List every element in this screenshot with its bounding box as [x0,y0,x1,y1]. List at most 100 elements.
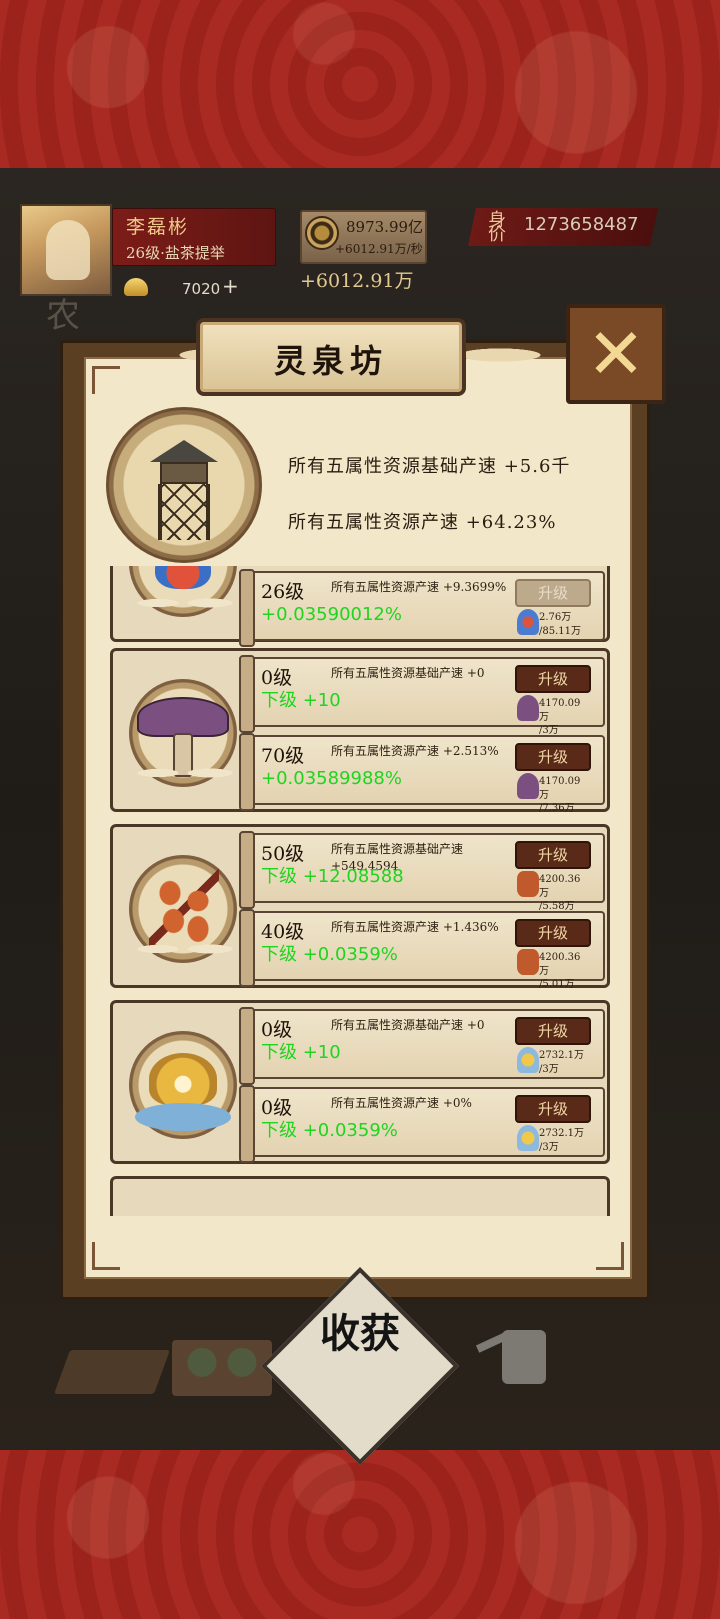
cost-required: /7.36万 [539,803,575,814]
cost-owned: 4200.36万 [539,874,581,899]
row-description: 所有五属性资源产速 +1.436% [331,920,499,934]
row-level: 70级 [261,745,305,767]
upgrade-row: 50级 所有五属性资源基础产速 +549.4594 下级 +12.08588 升… [239,831,605,912]
cost-required: /3万 [539,1063,559,1075]
lotus-icon [149,1053,217,1105]
mushroom-cost-icon [517,773,539,799]
cost-owned: 4170.09万 [539,698,581,723]
row-level: 0级 [261,1019,293,1041]
gold-ingot-icon [124,278,148,296]
watering-can-icon[interactable] [475,1320,566,1390]
worth-label: 身价 [485,210,506,238]
lotus-cost-icon [517,1125,539,1151]
upgrade-row: 26级 所有五属性资源产速 +9.3699% +0.03590012% 升级 2… [239,569,605,647]
upgrade-button[interactable]: 升级 [515,743,591,771]
upgrade-card-next [110,1176,610,1216]
upgrade-button[interactable]: 升级 [515,665,591,693]
upgrade-row: 70级 所有五属性资源产速 +2.513% +0.03589988% 升级 41… [239,733,605,814]
close-icon: ✕ [586,313,646,395]
row-level: 40级 [261,921,305,943]
mushroom-icon [137,697,229,737]
corner-ornament [92,366,120,394]
watchtower-icon [150,440,218,540]
coin-rate: +6012.91万/秒 [335,242,423,256]
lotus-medallion [129,1031,237,1139]
next-level-bonus: +0.03589988% [261,768,402,789]
cost-required: /5.01万 [539,979,575,990]
upgrade-button[interactable]: 升级 [515,1017,591,1045]
row-level: 26级 [261,581,305,603]
add-gold-button[interactable]: + [222,274,239,298]
background-farm-character: 农 [46,296,80,336]
upgrade-cost: 2732.1万/3万 [539,1127,589,1154]
upgrade-button[interactable]: 升级 [515,1095,591,1123]
upgrade-row: 0级 所有五属性资源基础产速 +0 下级 +10 升级 2732.1万/3万 [239,1007,605,1085]
upgrade-card-mushroom: 0级 所有五属性资源基础产速 +0 下级 +10 升级 4170.09万/3万 … [110,648,610,814]
water-icon [135,1103,231,1131]
next-level-bonus: 下级 +0.0359% [261,1120,398,1141]
upgrade-cost: 4200.36万/5.01万 [539,951,589,992]
income-total: +6012.91万 [300,270,414,292]
cloud-base [119,585,249,615]
upgrade-button[interactable]: 升级 [515,841,591,869]
upgrade-cost: 4170.09万/3万 [539,697,589,738]
top-decorative-band [0,0,720,168]
upgrade-cost: 4200.36万/5.58万 [539,873,589,914]
next-level-bonus: +0.03590012% [261,604,402,625]
upgrade-card-herb: 50级 所有五属性资源基础产速 +549.4594 下级 +12.08588 升… [110,824,610,990]
row-level: 0级 [261,1097,293,1119]
row-description: 所有五属性资源产速 +2.513% [331,744,499,758]
upgrade-card-lotus: 0级 所有五属性资源基础产速 +0 下级 +10 升级 2732.1万/3万 0… [110,1000,610,1164]
seedling-tray-icon[interactable] [172,1340,272,1396]
row-description: 所有五属性资源基础产速 +0 [331,1018,485,1032]
next-level-bonus: 下级 +12.08588 [261,866,404,887]
summary-speed-rate: 所有五属性资源产速 +64.23% [288,512,557,533]
flower-cost-icon [517,609,539,635]
upgrade-cost: 2.76万/85.11万 [539,611,589,638]
row-description: 所有五属性资源产速 +0% [331,1096,472,1110]
upgrade-row: 40级 所有五属性资源产速 +1.436% 下级 +0.0359% 升级 420… [239,909,605,990]
cost-required: /85.11万 [539,625,581,637]
player-rank: 26级·盐茶提举 [126,244,225,262]
upgrade-card-flower: 26级 所有五属性资源产速 +9.3699% +0.03590012% 升级 2… [110,566,610,647]
cost-owned: 2732.1万 [539,1128,584,1139]
upgrade-list[interactable]: 26级 所有五属性资源产速 +9.3699% +0.03590012% 升级 2… [100,566,620,1216]
player-name: 李磊彬 [126,216,190,238]
herb-cost-icon [517,949,539,975]
cost-owned: 2.76万 [539,612,572,623]
upgrade-cost: 4170.09万/7.36万 [539,775,589,816]
harvest-label: 收获 [320,1310,400,1357]
row-description: 所有五属性资源产速 +9.3699% [331,580,507,594]
row-level: 50级 [261,843,305,865]
row-description: 所有五属性资源基础产速 +0 [331,666,485,680]
cloud-base [119,755,249,785]
cost-owned: 4170.09万 [539,776,581,801]
row-level: 0级 [261,667,293,689]
upgrade-button[interactable]: 升级 [515,579,591,607]
bottom-decorative-band [0,1450,720,1619]
hoe-icon[interactable] [53,1350,171,1394]
next-level-bonus: 下级 +10 [261,690,341,711]
summary-base-speed: 所有五属性资源基础产速 +5.6千 [288,456,571,477]
cloud-base [119,931,249,961]
next-level-bonus: 下级 +10 [261,1042,341,1063]
corner-ornament [92,1242,120,1270]
copper-coin-icon [305,216,339,250]
lotus-cost-icon [517,1047,539,1073]
close-button[interactable]: ✕ [566,304,666,404]
mushroom-cost-icon [517,695,539,721]
player-avatar[interactable] [20,204,112,296]
upgrade-row: 0级 所有五属性资源基础产速 +0 下级 +10 升级 4170.09万/3万 [239,655,605,736]
herb-cost-icon [517,871,539,897]
panel-title: 灵泉坊 [273,342,388,380]
cost-owned: 2732.1万 [539,1050,584,1061]
worth-value: 1273658487 [524,214,639,235]
gold-amount: 7020 [182,280,221,298]
upgrade-button[interactable]: 升级 [515,919,591,947]
cost-owned: 4200.36万 [539,952,581,977]
upgrade-cost: 2732.1万/3万 [539,1049,589,1076]
cost-required: /3万 [539,1141,559,1153]
corner-ornament [596,1242,624,1270]
coin-amount: 8973.99亿 [346,218,424,236]
next-level-bonus: 下级 +0.0359% [261,944,398,965]
